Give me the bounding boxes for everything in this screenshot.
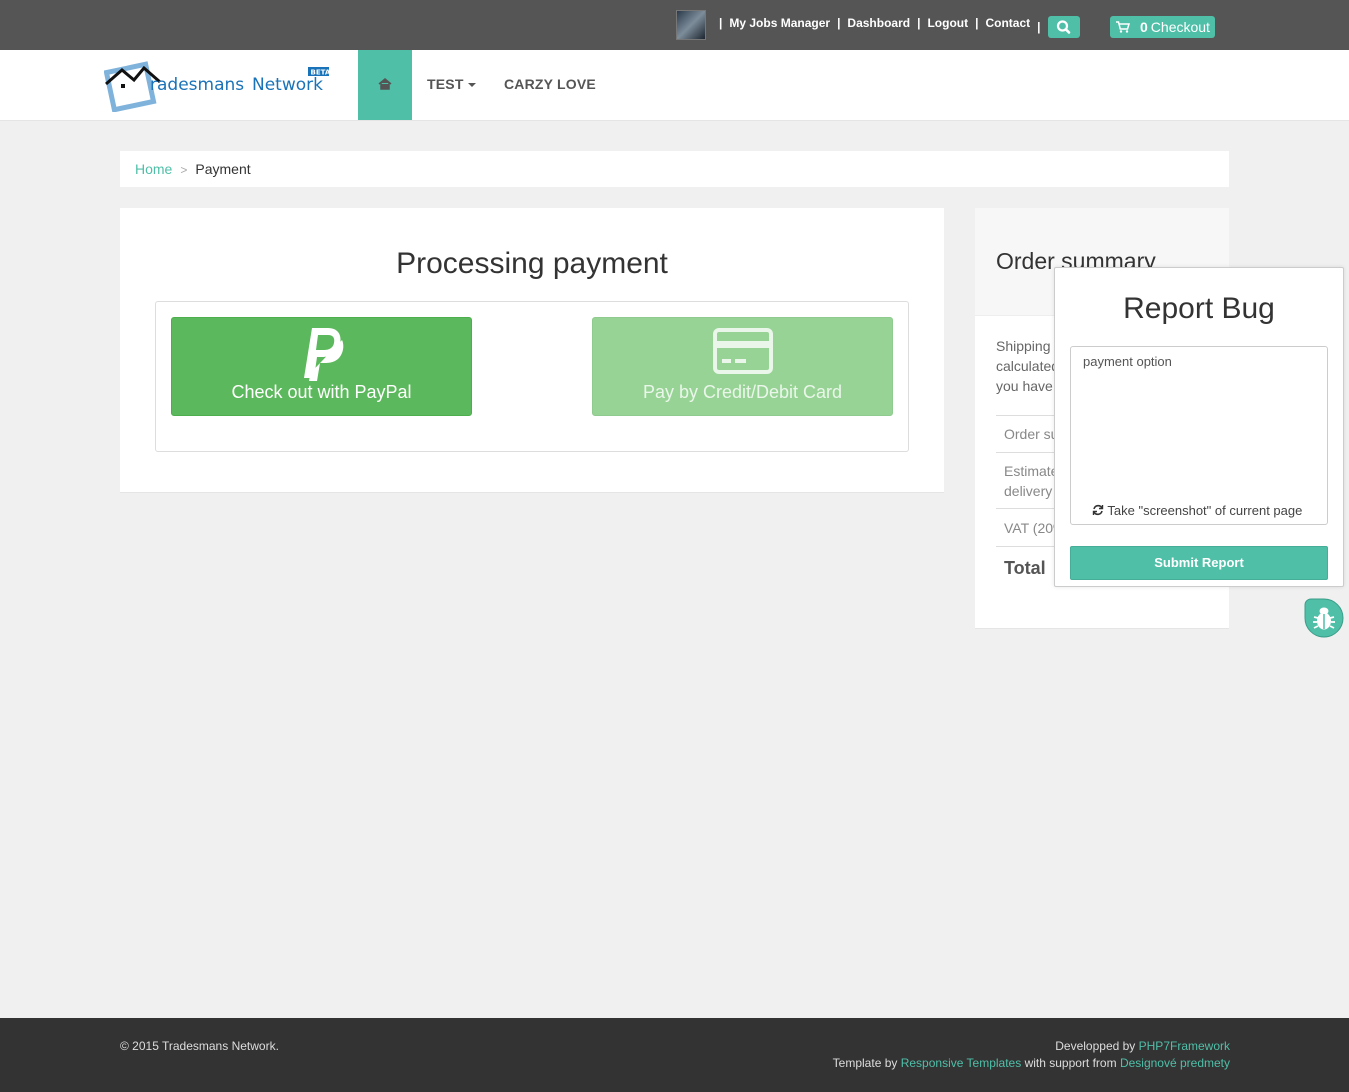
designove-predmety-link[interactable]: Designové predmety xyxy=(1120,1056,1230,1070)
php7framework-link[interactable]: PHP7Framework xyxy=(1139,1039,1230,1053)
credit-card-icon xyxy=(712,328,773,374)
summary-text-line: you have xyxy=(996,378,1053,394)
submit-report-button[interactable]: Submit Report xyxy=(1070,546,1328,580)
cart-icon xyxy=(1116,21,1130,33)
link-separator: | xyxy=(975,16,979,30)
breadcrumb: Home > Payment xyxy=(120,151,1229,187)
checkout-button[interactable]: 0 Checkout xyxy=(1110,16,1215,38)
summary-text-line: calculated xyxy=(996,358,1056,374)
contact-link[interactable]: Contact xyxy=(985,16,1030,30)
take-screenshot-option[interactable]: Take "screenshot" of current page xyxy=(1092,503,1302,518)
bug-description-textarea[interactable]: payment option xyxy=(1070,346,1328,525)
paypal-button-label: Check out with PayPal xyxy=(231,382,412,402)
footer-developed-by: Developped by PHP7Framework xyxy=(1055,1039,1230,1053)
search-button[interactable] xyxy=(1048,16,1080,38)
logo-text-part2: Network xyxy=(252,75,323,95)
top-links: | My Jobs Manager | Dashboard | Logout | Contac… xyxy=(712,16,1041,34)
cart-count: 0 xyxy=(1140,19,1148,35)
footer-template-by: Template by Responsive Templates with su… xyxy=(833,1056,1230,1070)
link-separator: | xyxy=(837,16,841,30)
footer-template-text: Template by xyxy=(832,1056,901,1070)
footer: © 2015 Tradesmans Network. Developped by… xyxy=(0,1018,1349,1092)
order-summary-text: Shipping and calculated you have xyxy=(996,336,1056,396)
nav-item-test-label: TEST xyxy=(427,76,464,92)
breadcrumb-current: Payment xyxy=(195,161,251,177)
responsive-templates-link[interactable]: Responsive Templates xyxy=(901,1056,1022,1070)
take-screenshot-label: Take "screenshot" of current page xyxy=(1107,503,1303,518)
paypal-checkout-button[interactable]: Check out with PayPal xyxy=(171,317,472,416)
summary-text-line: Shipping and xyxy=(996,338,1056,354)
my-jobs-manager-link[interactable]: My Jobs Manager xyxy=(729,16,830,30)
logout-link[interactable]: Logout xyxy=(927,16,968,30)
site-logo[interactable]: radesmans Network BETA xyxy=(103,60,331,113)
link-separator: | xyxy=(917,16,921,30)
caret-down-icon xyxy=(467,83,476,88)
refresh-icon xyxy=(1092,504,1104,516)
user-avatar[interactable] xyxy=(676,10,706,40)
report-bug-title: Report Bug xyxy=(1123,292,1275,325)
home-icon xyxy=(378,78,392,90)
search-icon xyxy=(1056,20,1071,34)
logo-image: radesmans Network BETA xyxy=(103,61,331,113)
bug-icon xyxy=(1304,598,1344,638)
footer-support-text: with support from xyxy=(1021,1056,1120,1070)
bug-report-toggle[interactable] xyxy=(1304,598,1344,638)
paypal-icon xyxy=(303,328,343,381)
footer-copyright: © 2015 Tradesmans Network. xyxy=(120,1039,279,1053)
nav-item-test[interactable]: TEST xyxy=(427,76,476,92)
footer-developed-text: Developped by xyxy=(1055,1039,1139,1053)
link-separator: | xyxy=(719,16,723,30)
breadcrumb-separator: > xyxy=(180,163,188,177)
nav-item-carzy-love[interactable]: CARZY LOVE xyxy=(504,76,596,92)
logo-text-part1: radesmans xyxy=(150,75,244,95)
logo-beta-badge: BETA xyxy=(311,69,331,77)
breadcrumb-home-link[interactable]: Home xyxy=(135,161,172,177)
checkout-label: Checkout xyxy=(1150,19,1210,35)
page-title: Processing payment xyxy=(396,247,668,280)
nav-home-button[interactable] xyxy=(358,50,412,120)
credit-card-button[interactable]: Pay by Credit/Debit Card xyxy=(592,317,893,416)
dashboard-link[interactable]: Dashboard xyxy=(847,16,910,30)
link-separator: | xyxy=(1037,20,1041,34)
credit-card-button-label: Pay by Credit/Debit Card xyxy=(642,382,843,402)
